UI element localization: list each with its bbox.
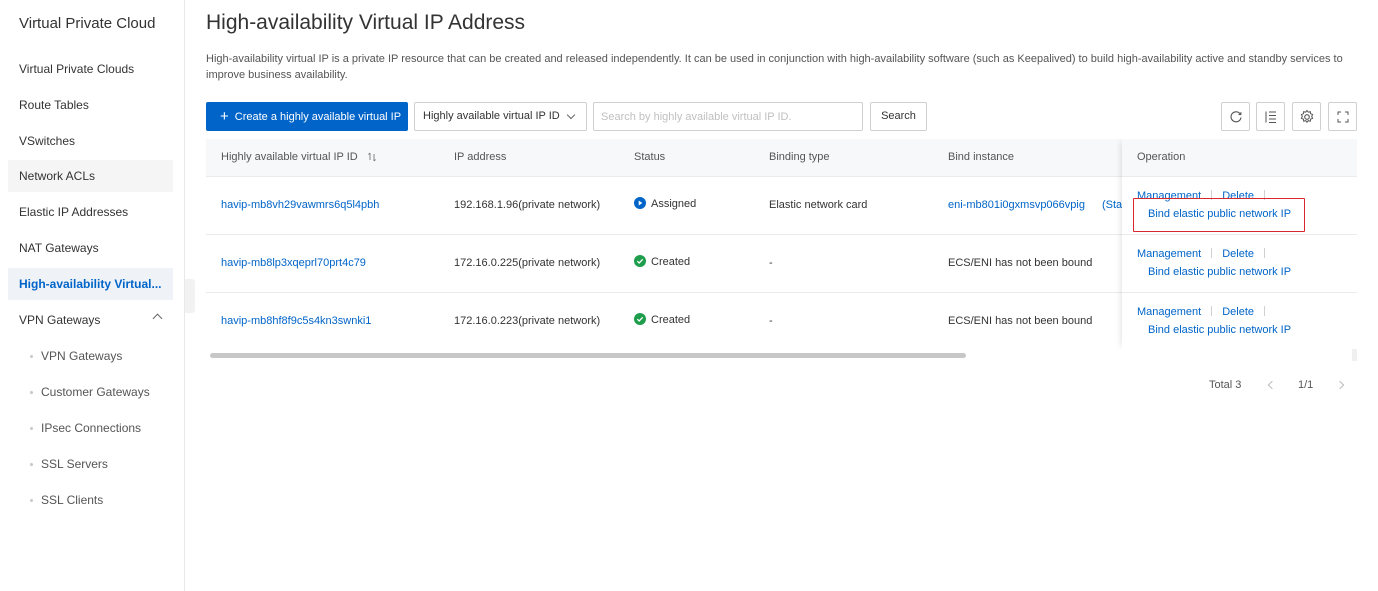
sidebar: Virtual Private Cloud Virtual Private Cl… <box>0 0 185 591</box>
sidebar-item-vpn-gateways-group[interactable]: VPN Gateways <box>8 304 173 336</box>
column-header-binding-type: Binding type <box>769 151 830 163</box>
sidebar-subitem-ssl-servers[interactable]: SSL Servers <box>8 448 173 480</box>
refresh-icon <box>1230 111 1242 123</box>
filter-select-value: Highly available virtual IP ID <box>423 110 560 122</box>
search-button[interactable]: Search <box>870 102 927 131</box>
sidebar-subitem-label: SSL Clients <box>41 493 104 507</box>
divider <box>1211 248 1213 258</box>
status-label: Created <box>651 314 691 326</box>
delete-link[interactable]: Delete <box>1222 306 1254 318</box>
settings-button[interactable] <box>1292 102 1321 131</box>
chevron-left-icon[interactable] <box>1267 380 1277 390</box>
pagination-total: Total 3 <box>1209 379 1242 391</box>
havip-id-link[interactable]: havip-mb8lp3xqeprl70prt4c79 <box>221 257 366 269</box>
sidebar-subitem-ipsec[interactable]: IPsec Connections <box>8 412 173 444</box>
havip-table: Highly available virtual IP ID IP addres… <box>206 139 1357 349</box>
pagination-page: 1/1 <box>1298 379 1314 391</box>
sidebar-item-elastic-ips[interactable]: Elastic IP Addresses <box>8 196 173 228</box>
bind-eip-link[interactable]: Bind elastic public network IP <box>1148 324 1291 336</box>
fullscreen-button[interactable] <box>1328 102 1357 131</box>
fullscreen-icon <box>1337 111 1349 123</box>
bind-instance-link[interactable]: eni-mb801i0gxmsvp066vpig <box>948 199 1085 211</box>
binding-type: - <box>769 315 773 327</box>
horizontal-scrollbar[interactable] <box>210 353 966 358</box>
column-header-status: Status <box>634 151 666 163</box>
status-label: Assigned <box>651 198 697 210</box>
bullet-icon <box>30 391 33 394</box>
sidebar-subitem-ssl-clients[interactable]: SSL Clients <box>8 484 173 516</box>
ip-address: 172.16.0.225(private network) <box>454 257 601 269</box>
bullet-icon <box>30 499 33 502</box>
page-title: High-availability Virtual IP Address <box>206 11 526 34</box>
operation-cell: Management Delete Bind elastic public net… <box>1122 235 1357 293</box>
ip-address: 172.16.0.223(private network) <box>454 315 601 327</box>
status-badge: Created <box>634 313 690 326</box>
highlight-annotation-box <box>1133 198 1305 232</box>
column-settings-button[interactable] <box>1256 102 1285 131</box>
sidebar-item-route-tables[interactable]: Route Tables <box>8 89 173 121</box>
delete-link[interactable]: Delete <box>1222 248 1254 260</box>
operation-cell: Management Delete Bind elastic public net… <box>1122 293 1357 349</box>
operation-column: Operation Management Delete Bind elastic … <box>1122 139 1357 349</box>
play-icon <box>634 197 646 209</box>
sidebar-subitem-label: Customer Gateways <box>41 385 150 399</box>
column-header-operation: Operation <box>1137 151 1186 163</box>
sidebar-subitem-customer-gateways[interactable]: Customer Gateways <box>8 376 173 408</box>
chevron-down-icon <box>566 110 576 120</box>
column-header-bind-instance: Bind instance <box>948 151 1015 163</box>
column-settings-icon <box>1265 111 1276 123</box>
sidebar-subitem-label: SSL Servers <box>41 457 108 471</box>
refresh-button[interactable] <box>1221 102 1250 131</box>
plus-icon: + <box>220 108 229 125</box>
bind-instance: ECS/ENI has not been bound <box>948 257 1093 269</box>
binding-type: Elastic network card <box>769 199 868 211</box>
gear-icon <box>1300 109 1314 124</box>
operation-header: Operation <box>1122 139 1357 177</box>
sidebar-title: Virtual Private Cloud <box>19 15 156 32</box>
column-header-id[interactable]: Highly available virtual IP ID <box>221 151 377 163</box>
sidebar-item-vswitches[interactable]: VSwitches <box>8 125 173 157</box>
havip-id-link[interactable]: havip-mb8hf8f9c5s4kn3swnki1 <box>221 315 371 327</box>
sort-icon[interactable] <box>367 152 377 162</box>
page-description: High-availability virtual IP is a privat… <box>206 53 1343 81</box>
sidebar-item-label: VPN Gateways <box>19 313 101 327</box>
sidebar-subitem-label: IPsec Connections <box>41 421 142 435</box>
bullet-icon <box>30 427 33 430</box>
search-input[interactable] <box>593 102 863 131</box>
status-label: Created <box>651 256 691 268</box>
check-icon <box>634 255 646 267</box>
create-havip-button[interactable]: + Create a highly available virtual IP <box>206 102 408 131</box>
status-badge: Assigned <box>634 197 696 210</box>
sidebar-item-nat-gateways[interactable]: NAT Gateways <box>8 232 173 264</box>
sidebar-item-vpcs[interactable]: Virtual Private Clouds <box>8 53 173 85</box>
ip-address: 192.168.1.96(private network) <box>454 199 601 211</box>
create-havip-label: Create a highly available virtual IP <box>234 110 402 123</box>
sidebar-item-network-acls[interactable]: Network ACLs <box>8 160 173 192</box>
binding-type: - <box>769 257 773 269</box>
management-link[interactable]: Management <box>1137 306 1201 318</box>
bullet-icon <box>30 463 33 466</box>
divider <box>1264 248 1266 258</box>
filter-select[interactable]: Highly available virtual IP ID <box>414 102 587 131</box>
bind-instance: ECS/ENI has not been bound <box>948 315 1093 327</box>
check-icon <box>634 313 646 325</box>
bullet-icon <box>30 355 33 358</box>
havip-id-link[interactable]: havip-mb8vh29vawmrs6q5l4pbh <box>221 199 379 211</box>
column-header-label: Highly available virtual IP ID <box>221 151 358 163</box>
sidebar-collapse-handle[interactable] <box>185 279 195 313</box>
chevron-right-icon[interactable] <box>1335 380 1345 390</box>
sidebar-item-havip[interactable]: High-availability Virtual... <box>8 268 173 300</box>
bind-eip-link[interactable]: Bind elastic public network IP <box>1148 266 1291 278</box>
chevron-up-icon <box>152 313 163 324</box>
status-badge: Created <box>634 255 690 268</box>
divider <box>1264 306 1266 316</box>
sidebar-subitem-vpn-gateways[interactable]: VPN Gateways <box>8 340 173 372</box>
sidebar-subitem-label: VPN Gateways <box>41 349 123 363</box>
management-link[interactable]: Management <box>1137 248 1201 260</box>
column-header-ip: IP address <box>454 151 507 163</box>
scrollbar-track-end <box>1352 349 1357 361</box>
divider <box>1211 306 1213 316</box>
